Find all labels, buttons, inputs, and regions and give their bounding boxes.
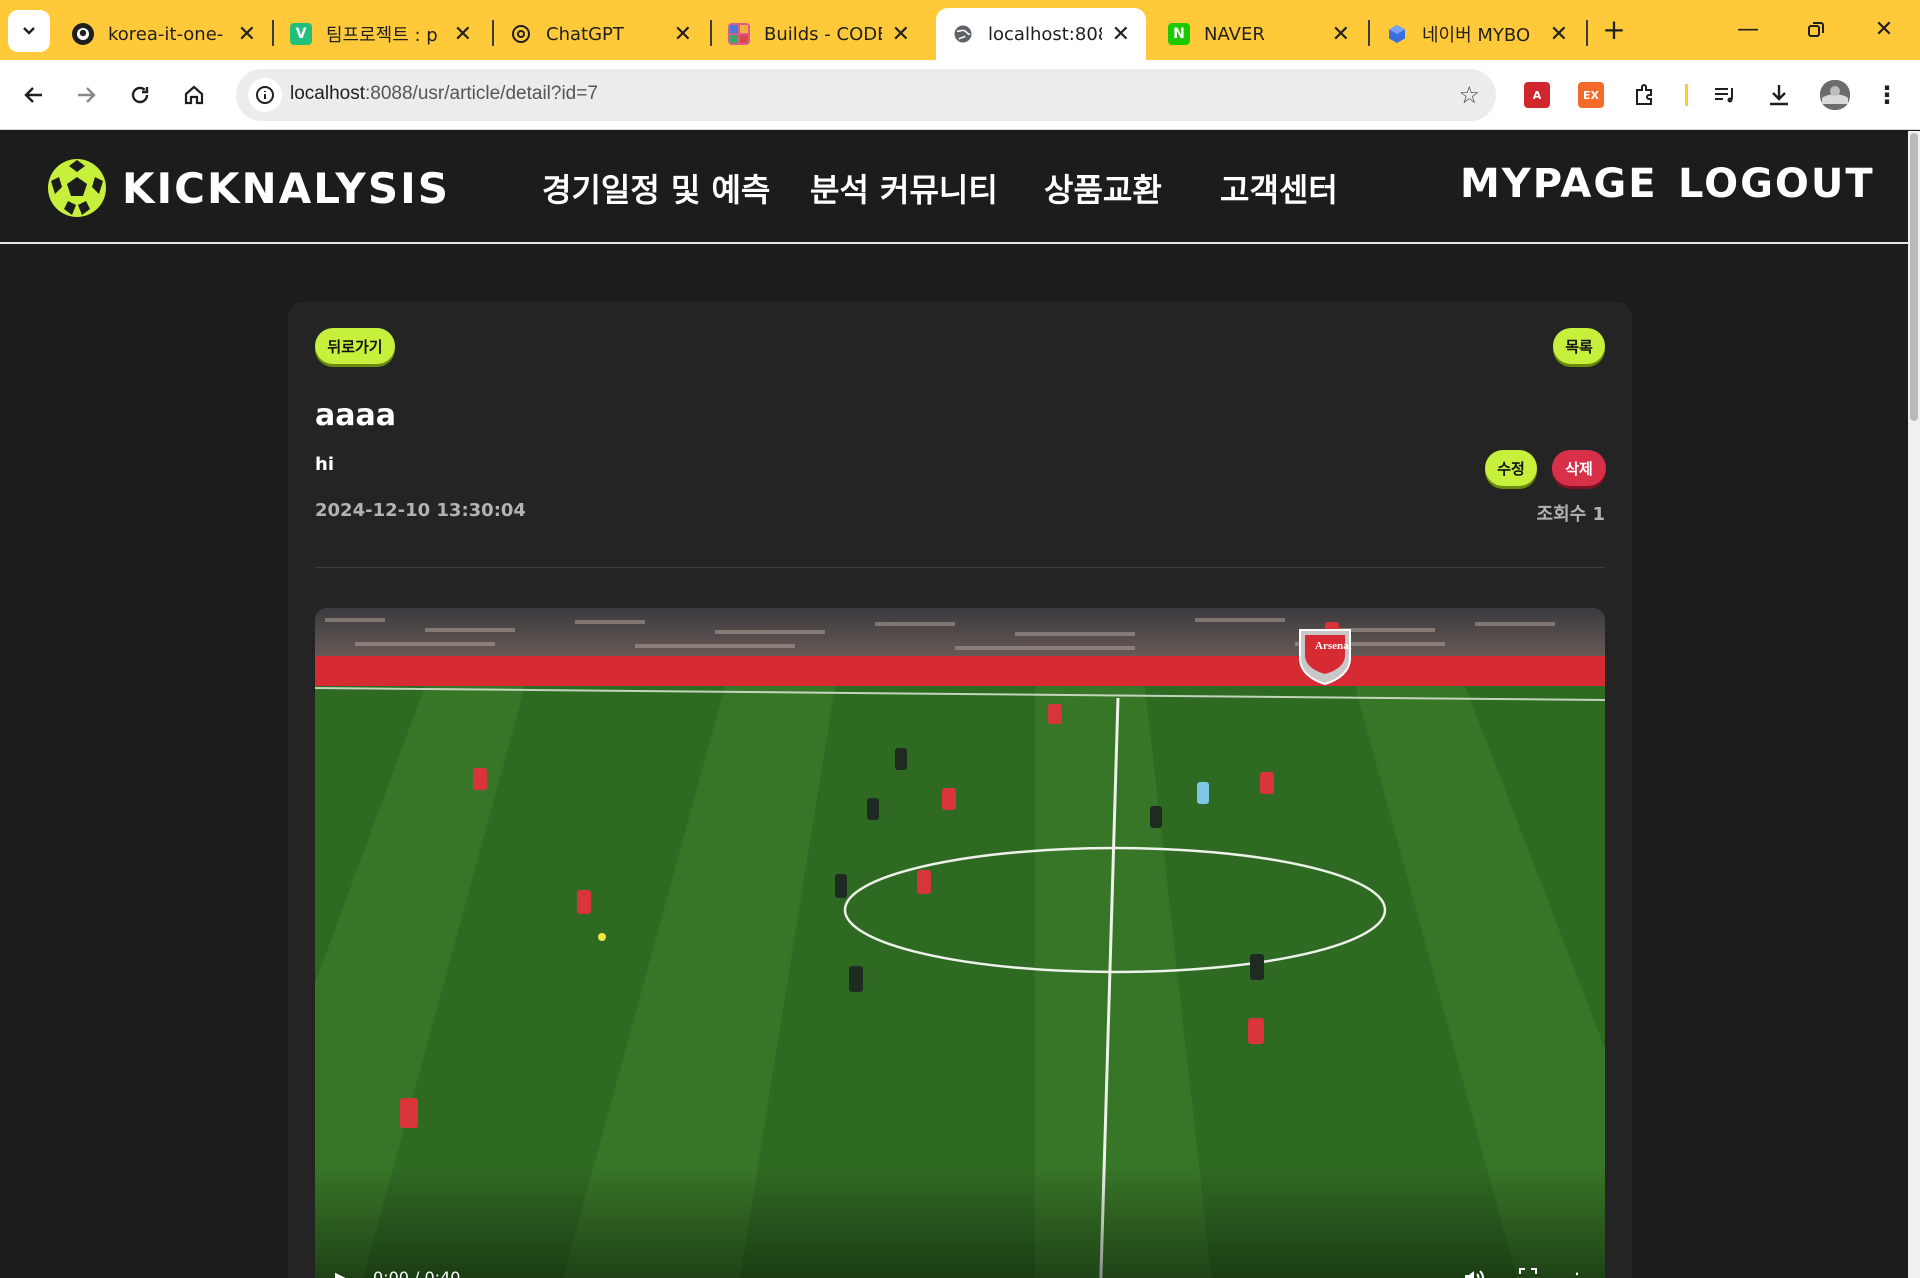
scrollbar-thumb[interactable]: [1910, 133, 1918, 421]
logo-text: KICKNALYSIS: [122, 163, 450, 213]
nav-product-exchange[interactable]: 상품교환: [1044, 165, 1162, 211]
tab-search-button[interactable]: [8, 10, 50, 52]
extensions-puzzle-icon[interactable]: [1632, 82, 1658, 108]
tab-title: korea-it-one-: [108, 23, 224, 45]
tab-github[interactable]: korea-it-one- ✕: [56, 8, 272, 60]
tab-close-icon[interactable]: ✕: [1112, 22, 1130, 47]
cube-icon: [1386, 23, 1408, 45]
tab-naver-mybox[interactable]: 네이버 MYBO ✕: [1370, 8, 1584, 60]
tab-close-icon[interactable]: ✕: [674, 22, 692, 47]
restore-icon[interactable]: [1796, 12, 1836, 48]
tab-title: 네이버 MYBO: [1422, 25, 1531, 46]
back-button[interactable]: [12, 73, 56, 117]
tab-builds[interactable]: Builds - CODE ✕: [712, 8, 926, 60]
globe-icon: [952, 23, 974, 45]
tab-close-icon[interactable]: ✕: [1550, 22, 1568, 47]
site-header: KICKNALYSIS 경기일정 및 예측 분석 커뮤니티 상품교환 고객센터 …: [0, 131, 1908, 244]
media-control-icon[interactable]: [1712, 82, 1738, 108]
video-time: 0:00 / 0:40: [373, 1268, 461, 1278]
nav-analysis-community[interactable]: 분석 커뮤니티: [810, 165, 998, 211]
club-badge-label: Arsenal: [1315, 640, 1352, 652]
chatgpt-icon: [510, 23, 532, 45]
url-host: localhost: [290, 83, 365, 104]
tab-chatgpt[interactable]: ChatGPT ✕: [494, 8, 708, 60]
reload-button[interactable]: [118, 73, 162, 117]
delete-button[interactable]: 삭제: [1552, 450, 1606, 486]
nav-customer-center[interactable]: 고객센터: [1220, 165, 1338, 211]
browser-toolbar: localhost:8088/usr/article/detail?id=7 ☆…: [0, 60, 1920, 130]
article-date: 2024-12-10 13:30:04: [315, 500, 526, 521]
v-icon: V: [290, 23, 312, 45]
arrow-left-icon: [24, 87, 42, 103]
tab-title: NAVER: [1204, 23, 1265, 45]
tab-title: ChatGPT: [546, 23, 624, 45]
soccer-ball-icon: [48, 159, 106, 217]
site-info-icon[interactable]: [248, 78, 282, 112]
nav-schedule-prediction[interactable]: 경기일정 및 예측: [542, 165, 770, 211]
tab-title: localhost:808: [988, 23, 1102, 45]
nav-logout[interactable]: LOGOUT: [1678, 161, 1875, 207]
list-button[interactable]: 목록: [1553, 328, 1605, 364]
url-path: :8088/usr/article/detail?id=7: [365, 83, 598, 104]
minimize-icon[interactable]: —: [1728, 12, 1768, 48]
ex-extension-icon[interactable]: EX: [1578, 82, 1604, 108]
article-body: hi: [315, 454, 334, 475]
play-icon[interactable]: ▶: [335, 1268, 347, 1278]
tab-close-icon[interactable]: ✕: [892, 22, 910, 47]
window-close-icon[interactable]: ✕: [1864, 12, 1904, 48]
kebab-menu-icon[interactable]: ⋮: [1874, 81, 1900, 109]
video-frame: [315, 608, 1605, 1278]
home-icon: [184, 85, 204, 105]
back-button[interactable]: 뒤로가기: [315, 328, 395, 364]
tab-close-icon[interactable]: ✕: [1332, 22, 1350, 47]
page-scrollbar[interactable]: [1908, 131, 1920, 1278]
url-text[interactable]: localhost:8088/usr/article/detail?id=7: [290, 83, 598, 105]
profile-avatar[interactable]: [1820, 80, 1850, 110]
tab-separator: [1586, 20, 1588, 46]
site-logo[interactable]: KICKNALYSIS: [46, 157, 450, 219]
toolbar-separator: [1685, 84, 1688, 106]
video-player[interactable]: Arsenal ▶ 0:00 / 0:40 ⋮: [315, 608, 1605, 1278]
chevron-down-icon: [23, 27, 35, 35]
nav-mypage[interactable]: MYPAGE: [1460, 161, 1658, 207]
article-views: 조회수 1: [1536, 504, 1605, 525]
edit-button[interactable]: 수정: [1485, 450, 1537, 486]
pdf-extension-icon[interactable]: A: [1524, 82, 1550, 108]
tab-naver[interactable]: N NAVER ✕: [1152, 8, 1366, 60]
divider: [315, 567, 1605, 568]
tab-title: 팀프로젝트 : p: [326, 25, 438, 46]
article-card: 뒤로가기 목록 aaaa hi 수정 삭제 2024-12-10 13:30:0…: [288, 302, 1632, 1278]
browser-tabstrip: korea-it-one- ✕ V 팀프로젝트 : p ✕ ChatGPT ✕ …: [0, 0, 1920, 60]
tab-teamproject[interactable]: V 팀프로젝트 : p ✕: [274, 8, 488, 60]
arrow-right-icon: [78, 87, 96, 103]
reload-icon: [131, 86, 149, 104]
github-icon: [72, 23, 94, 45]
builds-icon: [728, 23, 750, 45]
new-tab-button[interactable]: +: [1598, 14, 1630, 46]
bookmark-star-icon[interactable]: ☆: [1458, 81, 1480, 109]
tab-title: Builds - CODE: [764, 23, 882, 45]
forward-button[interactable]: [64, 73, 108, 117]
article-title: aaaa: [315, 398, 396, 433]
address-bar[interactable]: localhost:8088/usr/article/detail?id=7 ☆: [236, 69, 1496, 121]
tab-close-icon[interactable]: ✕: [454, 22, 472, 47]
video-more-icon[interactable]: ⋮: [1567, 1268, 1587, 1278]
naver-icon: N: [1168, 23, 1190, 45]
home-button[interactable]: [172, 73, 216, 117]
tab-localhost[interactable]: localhost:808 ✕: [936, 8, 1146, 60]
download-icon[interactable]: [1766, 82, 1792, 108]
tab-close-icon[interactable]: ✕: [238, 22, 256, 47]
